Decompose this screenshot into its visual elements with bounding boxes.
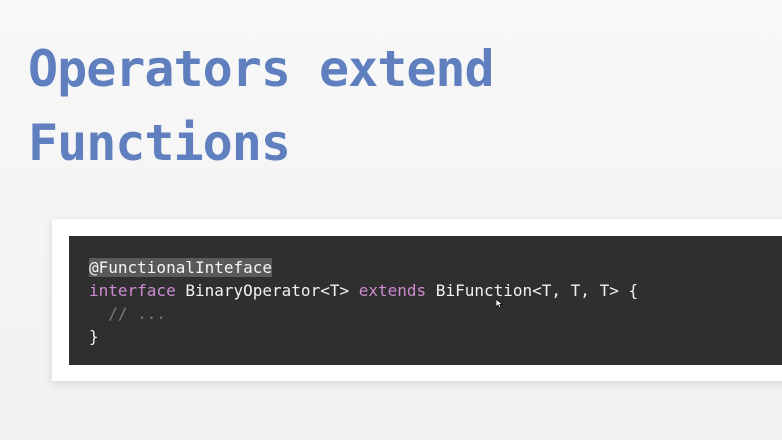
interface-name: BinaryOperator<T> — [175, 281, 359, 300]
code-block: @FunctionalInteface interface BinaryOpera… — [69, 236, 782, 365]
code-line-3: // ... — [89, 302, 782, 325]
mouse-pointer-icon — [496, 299, 504, 309]
code-line-2: interface BinaryOperator<T> extends BiFu… — [89, 279, 782, 302]
code-comment: // ... — [89, 304, 167, 323]
code-line-4: } — [89, 325, 782, 348]
keyword-interface: interface — [89, 281, 176, 300]
title-line-1: Operators extend — [28, 40, 495, 98]
keyword-extends: extends — [358, 281, 427, 300]
closing-brace: } — [89, 327, 99, 346]
slide: Operators extend Functions @FunctionalIn… — [0, 0, 782, 440]
annotation-token: @FunctionalInteface — [89, 258, 273, 277]
title-line-2: Functions — [28, 114, 291, 172]
slide-title: Operators extend Functions — [28, 32, 495, 180]
extended-type: BiFunction<T, T, T> { — [426, 281, 639, 300]
code-line-1: @FunctionalInteface — [89, 256, 782, 279]
